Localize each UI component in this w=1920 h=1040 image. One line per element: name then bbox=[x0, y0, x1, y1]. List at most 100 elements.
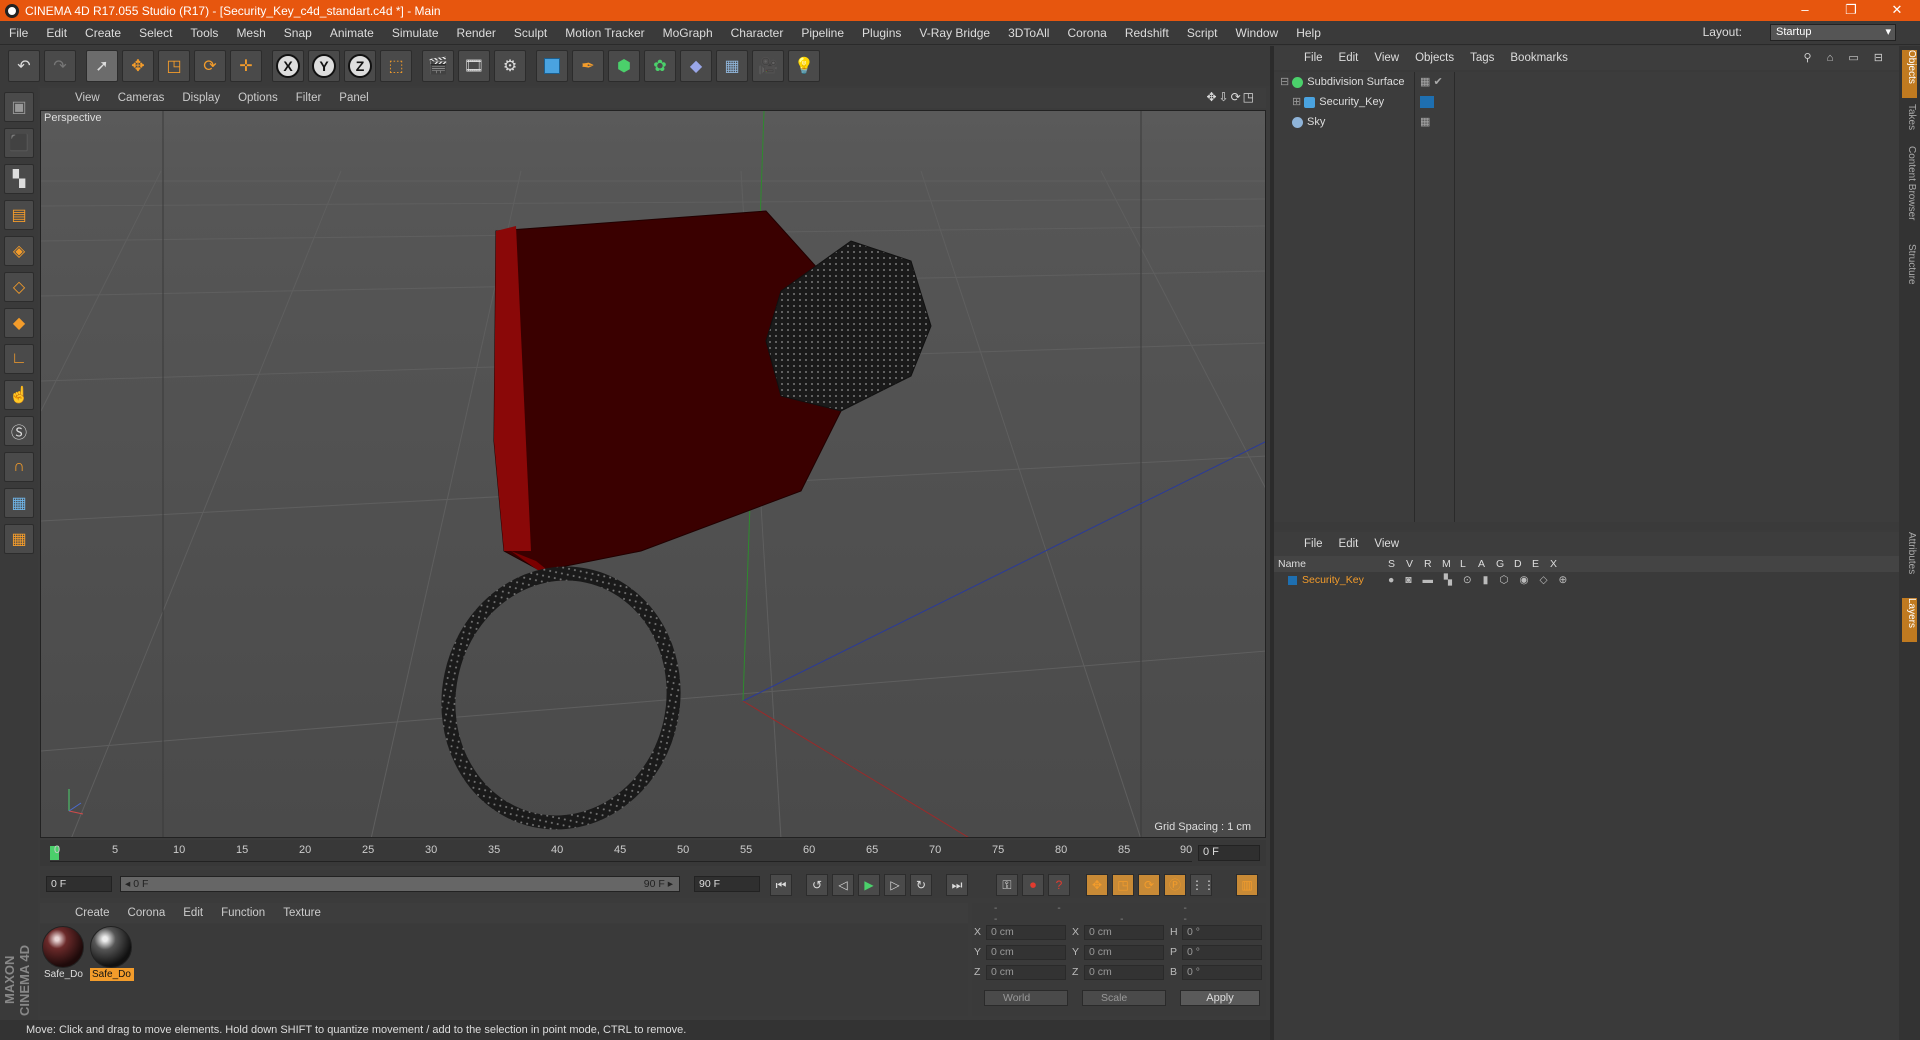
menu-file[interactable]: File bbox=[0, 26, 37, 40]
menu-vray-bridge[interactable]: V-Ray Bridge bbox=[910, 26, 999, 40]
perspective-viewport[interactable]: Perspective Grid Spacing : 1 cm bbox=[40, 110, 1266, 838]
tab-takes[interactable]: Takes bbox=[1902, 104, 1917, 140]
objects-menu-view[interactable]: View bbox=[1366, 52, 1407, 64]
object-row[interactable]: ⊟ Subdivision Surface ▦ ✔ bbox=[1274, 72, 1899, 92]
edit-render-settings-button[interactable]: ⚙ bbox=[494, 50, 526, 82]
menu-script[interactable]: Script bbox=[1178, 26, 1227, 40]
key-scale-button[interactable]: ◳ bbox=[1112, 874, 1134, 896]
viewport-menu-cameras[interactable]: Cameras bbox=[109, 92, 174, 104]
rotation-p-field[interactable]: 0 ° bbox=[1182, 945, 1262, 960]
size-y-field[interactable]: 0 cm bbox=[1084, 945, 1164, 960]
objects-menu-objects[interactable]: Objects bbox=[1407, 52, 1462, 64]
y-axis-button[interactable]: Y bbox=[308, 50, 340, 82]
timeline[interactable]: 0 5 10 15 20 25 30 35 40 45 50 55 60 65 … bbox=[40, 840, 1266, 866]
move-tool-button[interactable]: ✥ bbox=[122, 50, 154, 82]
coordinate-system-button[interactable]: ⬚ bbox=[380, 50, 412, 82]
material-menu-create[interactable]: Create bbox=[66, 907, 119, 919]
add-deformer-button[interactable]: ◆ bbox=[680, 50, 712, 82]
render-picture-viewer-button[interactable]: 🎞 bbox=[458, 50, 490, 82]
material-swatch[interactable]: Safe_Do bbox=[42, 926, 86, 984]
go-to-start-button[interactable]: ⏮ bbox=[770, 874, 792, 896]
key-parameter-button[interactable]: Ⓟ bbox=[1164, 874, 1186, 896]
next-frame-button[interactable]: ▷ bbox=[884, 874, 906, 896]
object-row[interactable]: ⊞ Security_Key bbox=[1274, 92, 1899, 112]
autokey-button[interactable]: ⚿ bbox=[996, 874, 1018, 896]
objects-menu-tags[interactable]: Tags bbox=[1462, 52, 1502, 64]
coordinate-space-dropdown[interactable]: World bbox=[984, 990, 1068, 1006]
add-camera-button[interactable]: 🎥 bbox=[752, 50, 784, 82]
redo-button[interactable]: ↷ bbox=[44, 50, 76, 82]
menu-simulate[interactable]: Simulate bbox=[383, 26, 448, 40]
menu-render[interactable]: Render bbox=[448, 26, 505, 40]
tab-attributes[interactable]: Attributes bbox=[1902, 532, 1917, 592]
edges-mode-button[interactable]: ◇ bbox=[4, 272, 34, 302]
add-floor-button[interactable]: ▦ bbox=[716, 50, 748, 82]
maximize-button[interactable]: ❐ bbox=[1828, 0, 1874, 21]
material-menu-texture[interactable]: Texture bbox=[274, 907, 330, 919]
points-mode-button[interactable]: ◈ bbox=[4, 236, 34, 266]
tweak-mode-button[interactable]: ☝ bbox=[4, 380, 34, 410]
layer-flag-icons[interactable]: ● ◙ ▬ ▚ ⊙ ▮ ⬡ ◉ ◇ ⊕ bbox=[1388, 572, 1571, 588]
snap-button[interactable]: ∩ bbox=[4, 452, 34, 482]
polygons-mode-button[interactable]: ◆ bbox=[4, 308, 34, 338]
workplane-lock-button[interactable]: ▦ bbox=[4, 488, 34, 518]
start-frame-field[interactable]: 0 F bbox=[46, 876, 112, 892]
play-button[interactable]: ▶ bbox=[858, 874, 880, 896]
workplane-mode-button[interactable]: ▤ bbox=[4, 200, 34, 230]
add-generator-button[interactable]: ⬢ bbox=[608, 50, 640, 82]
record-button[interactable]: ⏺ bbox=[1022, 874, 1044, 896]
undo-button[interactable]: ↶ bbox=[8, 50, 40, 82]
minimize-button[interactable]: – bbox=[1782, 0, 1828, 21]
end-frame-field[interactable]: 90 F bbox=[694, 876, 760, 892]
size-mode-dropdown[interactable]: Scale bbox=[1082, 990, 1166, 1006]
position-z-field[interactable]: 0 cm bbox=[986, 965, 1066, 980]
object-tags[interactable]: ▦ ✔ bbox=[1420, 72, 1443, 92]
go-to-end-button[interactable]: ⏭ bbox=[946, 874, 968, 896]
viewport-nav-icons[interactable]: ✥⇩⟳◳ bbox=[1206, 90, 1256, 104]
live-selection-button[interactable]: ➚ bbox=[86, 50, 118, 82]
position-y-field[interactable]: 0 cm bbox=[986, 945, 1066, 960]
scale-tool-button[interactable]: ◳ bbox=[158, 50, 190, 82]
material-menu-edit[interactable]: Edit bbox=[174, 907, 212, 919]
tab-layers[interactable]: Layers bbox=[1902, 598, 1917, 642]
objects-menu-bookmarks[interactable]: Bookmarks bbox=[1502, 52, 1576, 64]
menu-window[interactable]: Window bbox=[1227, 26, 1288, 40]
rotation-h-field[interactable]: 0 ° bbox=[1182, 925, 1262, 940]
close-button[interactable]: ✕ bbox=[1874, 0, 1920, 21]
material-menu-function[interactable]: Function bbox=[212, 907, 274, 919]
menu-3dtoall[interactable]: 3DToAll bbox=[999, 26, 1058, 40]
texture-mode-button[interactable]: ▚ bbox=[4, 164, 34, 194]
menu-character[interactable]: Character bbox=[722, 26, 793, 40]
add-light-button[interactable]: 💡 bbox=[788, 50, 820, 82]
tab-structure[interactable]: Structure bbox=[1902, 244, 1917, 300]
previous-frame-button[interactable]: ◁ bbox=[832, 874, 854, 896]
timeline-window-button[interactable]: ▥ bbox=[1236, 874, 1258, 896]
menu-create[interactable]: Create bbox=[76, 26, 130, 40]
key-rotation-button[interactable]: ⟳ bbox=[1138, 874, 1160, 896]
viewport-menu-options[interactable]: Options bbox=[229, 92, 287, 104]
menu-mesh[interactable]: Mesh bbox=[227, 26, 274, 40]
axis-mode-button[interactable]: ∟ bbox=[4, 344, 34, 374]
add-cube-button[interactable] bbox=[536, 50, 568, 82]
frame-range-slider[interactable]: ◂ 0 F 90 F ▸ bbox=[120, 876, 680, 892]
layers-menu-file[interactable]: File bbox=[1296, 538, 1331, 550]
object-row[interactable]: Sky ▦ bbox=[1274, 112, 1899, 132]
object-manager-icons[interactable]: ⚲ ⌂ ▭ ⊟ bbox=[1804, 51, 1889, 64]
position-x-field[interactable]: 0 cm bbox=[986, 925, 1066, 940]
menu-select[interactable]: Select bbox=[130, 26, 181, 40]
viewport-menu-filter[interactable]: Filter bbox=[287, 92, 331, 104]
material-swatch[interactable]: Safe_Do bbox=[90, 926, 134, 984]
key-pla-button[interactable]: ⋮⋮ bbox=[1190, 874, 1215, 896]
planar-workplane-button[interactable]: ▦ bbox=[4, 524, 34, 554]
layers-menu-edit[interactable]: Edit bbox=[1331, 538, 1367, 550]
layers-menu-view[interactable]: View bbox=[1366, 538, 1407, 550]
recent-tool-button[interactable]: ✛ bbox=[230, 50, 262, 82]
menu-corona[interactable]: Corona bbox=[1058, 26, 1115, 40]
x-axis-button[interactable]: X bbox=[272, 50, 304, 82]
material-menu-corona[interactable]: Corona bbox=[119, 907, 175, 919]
objects-menu-edit[interactable]: Edit bbox=[1331, 52, 1367, 64]
layer-row[interactable]: Security_Key ● ◙ ▬ ▚ ⊙ ▮ ⬡ ◉ ◇ ⊕ bbox=[1274, 572, 1899, 588]
viewport-menu-panel[interactable]: Panel bbox=[330, 92, 377, 104]
solo-button[interactable]: Ⓢ bbox=[4, 416, 34, 446]
tab-content-browser[interactable]: Content Browser bbox=[1902, 146, 1917, 238]
